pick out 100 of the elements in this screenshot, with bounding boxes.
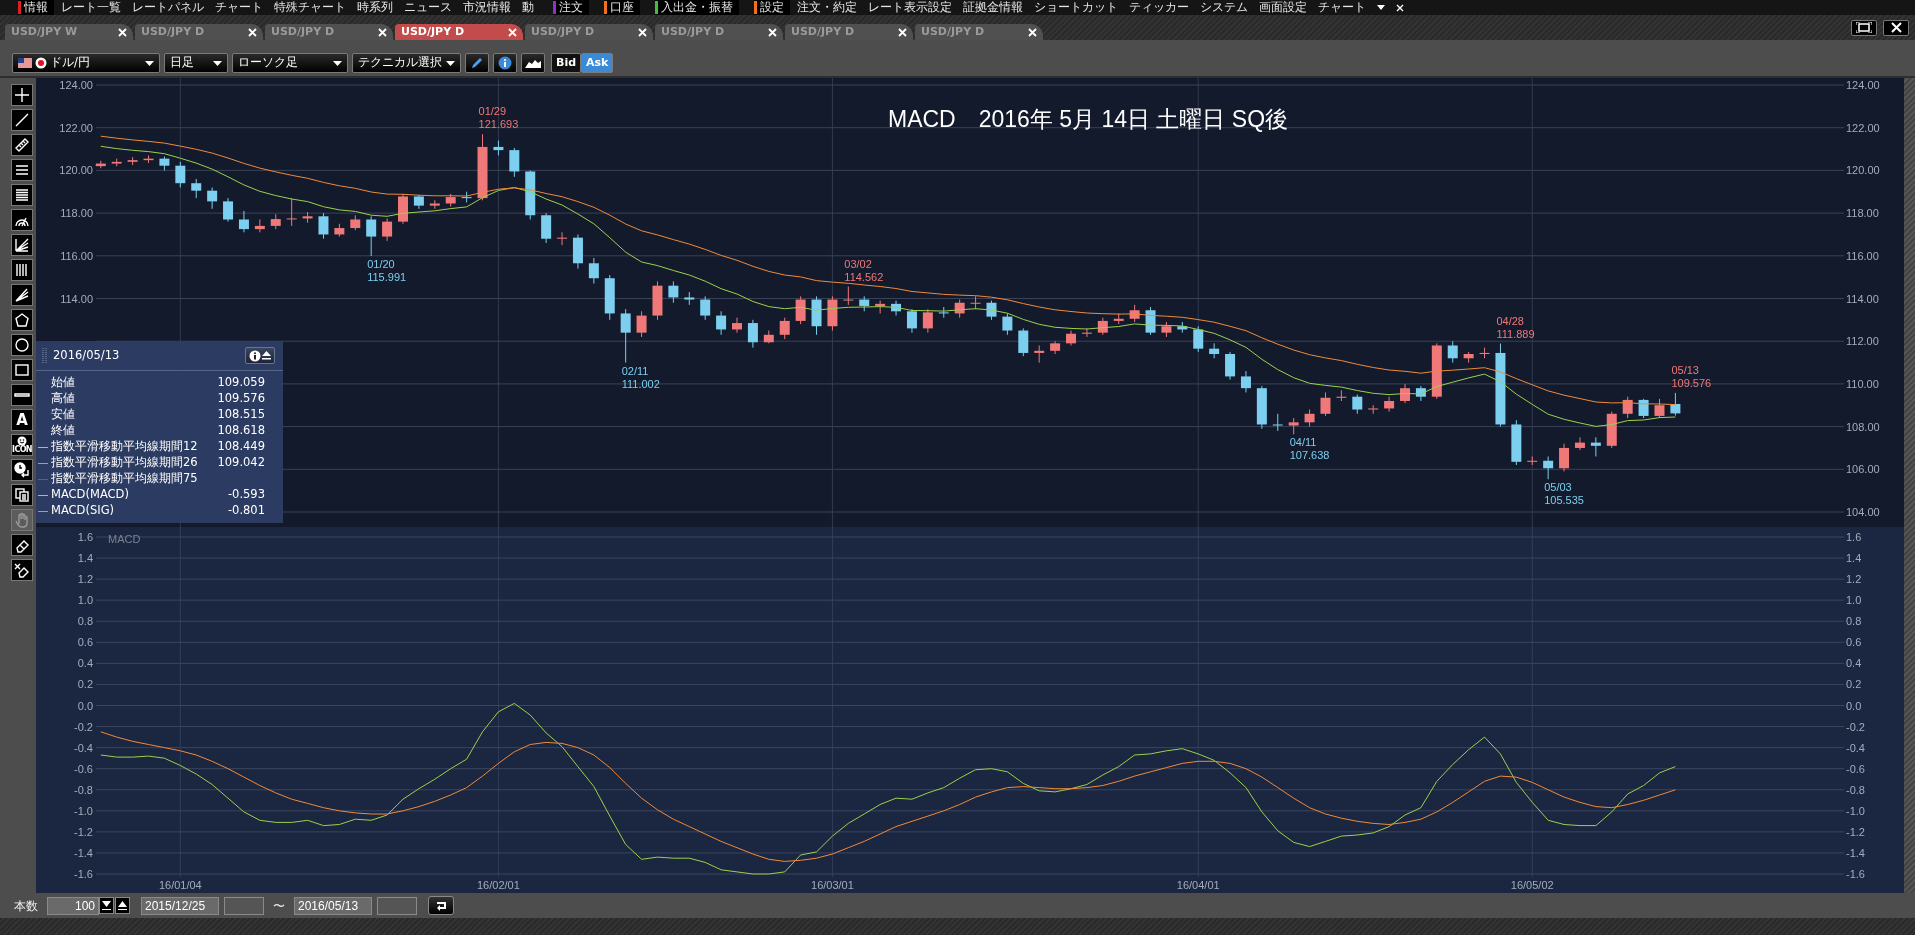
menu-item[interactable]: 動	[518, 0, 538, 15]
caret-icon	[145, 60, 154, 66]
candlestick	[572, 233, 583, 270]
candlestick	[859, 295, 870, 312]
up-arrow-icon	[118, 901, 127, 910]
pentagon-tool-button[interactable]	[11, 309, 33, 331]
menu-item[interactable]: 注文	[553, 0, 589, 15]
menu-item[interactable]: 口座	[604, 0, 640, 15]
circle-tool-button[interactable]	[11, 334, 33, 356]
menu-item[interactable]: 時系列	[353, 0, 397, 15]
arc-tool-button[interactable]	[11, 209, 33, 231]
axis-label: 0.4	[77, 657, 93, 670]
pages-tool-button[interactable]	[11, 484, 33, 506]
candlestick	[716, 310, 727, 336]
line-tool-button[interactable]	[11, 109, 33, 131]
axis-label: 116.00	[1846, 249, 1879, 262]
menu-item[interactable]: 入出金・振替	[655, 0, 739, 15]
candlestick	[223, 197, 234, 223]
menu-item[interactable]: ニュース	[400, 0, 456, 15]
info-button[interactable]	[493, 53, 517, 73]
axis-label: 0.6	[1846, 636, 1862, 649]
ruler-tool-button[interactable]	[11, 134, 33, 156]
pencil-icon	[470, 56, 484, 70]
crosshair-tool-button[interactable]	[11, 84, 33, 106]
menu-item[interactable]: レート表示設定	[864, 0, 956, 15]
end-time-field[interactable]	[377, 896, 417, 915]
line-icon	[14, 112, 30, 128]
menu-item[interactable]: システム	[1196, 0, 1252, 15]
candlestick	[557, 231, 568, 246]
increment-button[interactable]	[115, 897, 130, 914]
field-label: 始値	[51, 374, 75, 392]
menu-item[interactable]: 特殊チャート	[270, 0, 350, 15]
axis-label: 122.00	[59, 121, 93, 134]
price-side-button[interactable]: Bid	[551, 53, 582, 73]
close-icon	[768, 27, 777, 37]
lines-tool-button[interactable]	[11, 184, 33, 206]
axis-label: -0.4	[1846, 741, 1865, 754]
chart-tab[interactable]: USD/JPY D	[395, 24, 523, 40]
candlestick	[1066, 330, 1076, 346]
decrement-button[interactable]	[99, 897, 114, 914]
vertical-lines-tool-button[interactable]	[11, 259, 33, 281]
axis-label: -0.6	[74, 762, 93, 775]
menu-item[interactable]: 設定	[754, 0, 790, 15]
end-date-field[interactable]: 2016/05/13	[294, 896, 372, 915]
currency-dropdown[interactable]: ドル/円	[12, 53, 160, 73]
candlestick	[827, 295, 838, 331]
period-dropdown[interactable]: 日足	[164, 53, 228, 73]
menu-item[interactable]: 情報	[18, 0, 54, 15]
price-side-button[interactable]: Ask	[581, 53, 614, 73]
menu-item[interactable]: ティッカー	[1125, 0, 1193, 15]
rectangle-tool-button[interactable]	[11, 359, 33, 381]
close-button[interactable]	[1883, 19, 1909, 36]
return-button[interactable]	[428, 896, 454, 915]
candlestick	[1447, 340, 1458, 364]
pencil-button[interactable]	[465, 53, 489, 73]
menu-item[interactable]: 証拠金情報	[959, 0, 1027, 15]
axis-label: 106.00	[1846, 463, 1880, 476]
menu-item[interactable]: 注文・約定	[793, 0, 861, 15]
fan-tool-button[interactable]	[11, 234, 33, 256]
text-tool-button[interactable]: A	[11, 409, 33, 431]
candlestick	[270, 213, 281, 230]
menu-item[interactable]: レート一覧	[57, 0, 125, 15]
close-icon	[508, 27, 517, 37]
axis-label: 120.00	[1846, 164, 1880, 177]
menu-item[interactable]: レートパネル	[128, 0, 208, 15]
axis-label: 0.8	[77, 615, 93, 628]
horizontal-line-tool-button[interactable]	[11, 384, 33, 406]
menu-item[interactable]: 市況情報	[459, 0, 515, 15]
candlestick	[1622, 396, 1633, 419]
menu-item[interactable]: チャート	[211, 0, 267, 15]
menu-item[interactable]: 画面設定	[1255, 0, 1311, 15]
info-toggle-button[interactable]	[245, 347, 275, 364]
axis-label: 1.2	[1846, 573, 1862, 586]
maximize-button[interactable]	[1851, 19, 1877, 36]
lines-tool-button[interactable]	[11, 159, 33, 181]
maximize-icon	[1856, 22, 1872, 33]
axis-label: -1.2	[1846, 825, 1865, 838]
menu-item[interactable]: ショートカット	[1030, 0, 1122, 15]
stamp-tool-button[interactable]: ICON	[11, 434, 33, 456]
ruler-icon	[14, 137, 30, 153]
area-chart-button[interactable]	[521, 53, 545, 73]
fan-tool-button[interactable]	[11, 284, 33, 306]
candlestick	[1320, 391, 1331, 417]
candlestick	[1097, 317, 1108, 336]
pentagon-icon	[14, 312, 30, 328]
eraser-tool-button[interactable]	[11, 559, 33, 581]
mountain-icon	[525, 58, 541, 68]
panel-label: MACD	[108, 533, 141, 545]
start-date-field[interactable]: 2015/12/25	[141, 896, 219, 915]
count-field[interactable]: 100	[47, 896, 99, 915]
candlestick	[1129, 304, 1140, 323]
candlestick	[525, 169, 536, 220]
clock-tool-button[interactable]	[11, 459, 33, 481]
technical-button[interactable]: テクニカル選択	[352, 53, 461, 73]
axis-label: -1.2	[74, 825, 93, 838]
start-time-field[interactable]	[224, 896, 264, 915]
chart-type-dropdown[interactable]: ローソク足	[232, 53, 348, 73]
candlestick	[238, 210, 249, 233]
eraser-tool-button[interactable]	[11, 534, 33, 556]
menu-item[interactable]: チャート	[1314, 0, 1370, 15]
